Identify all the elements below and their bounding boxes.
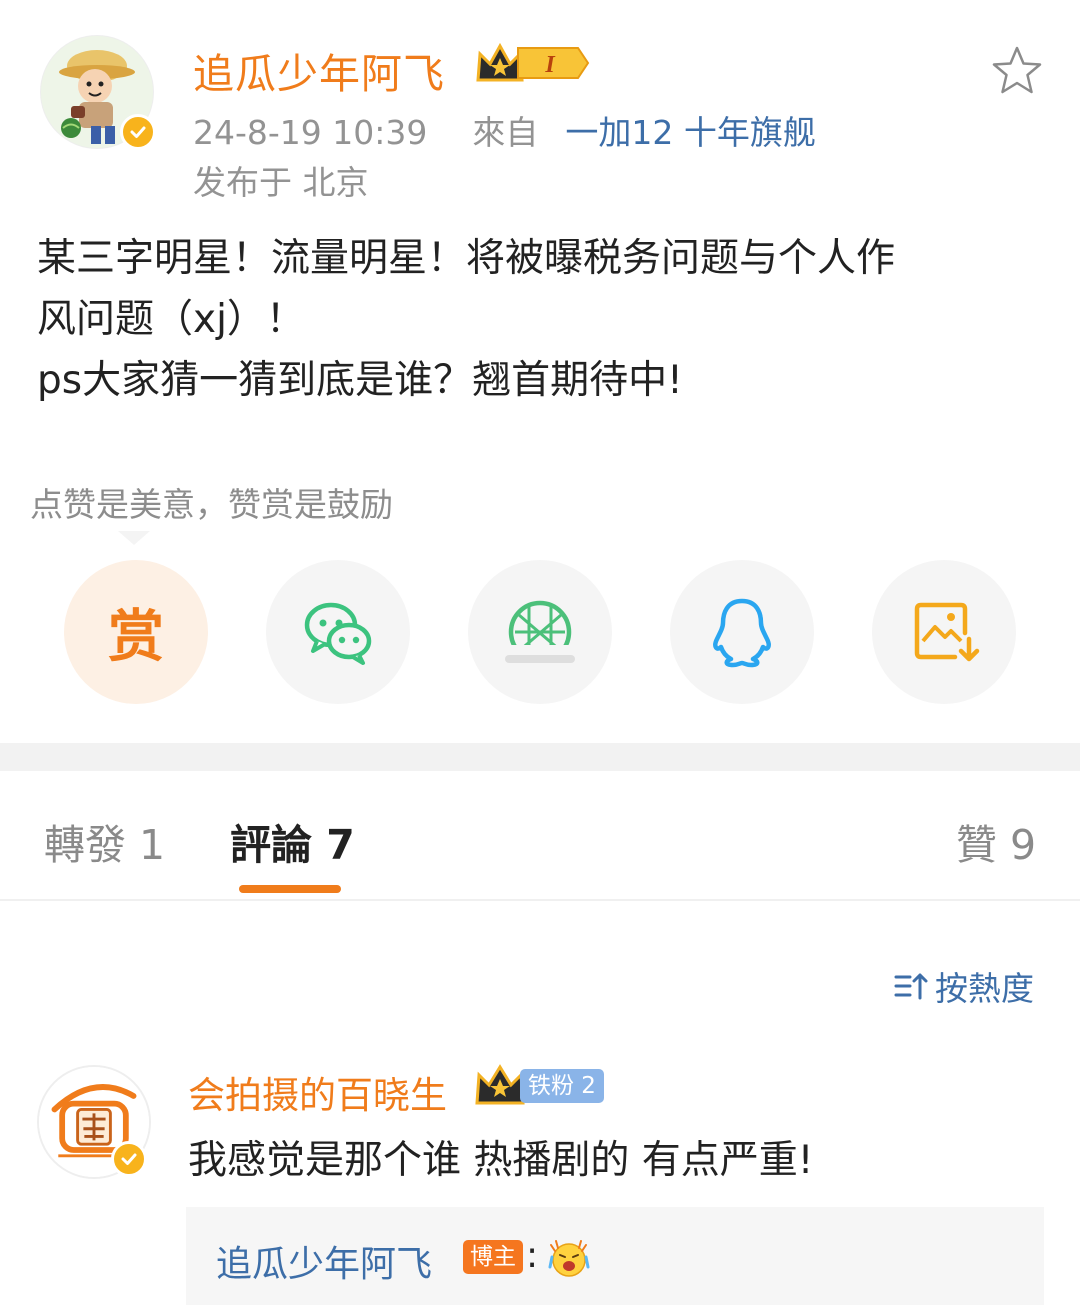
share-qq-button[interactable]	[670, 560, 814, 704]
sort-button[interactable]: 按熱度	[893, 962, 1034, 1010]
hint-pointer	[118, 531, 150, 545]
qq-icon	[713, 598, 771, 668]
reply-separator: :	[526, 1235, 539, 1276]
active-tab-indicator	[239, 885, 341, 893]
member-crown-badge-icon: I	[476, 42, 590, 82]
post-timestamp: 24-8-19 10:39	[193, 113, 428, 152]
share-row: 赏	[0, 560, 1080, 710]
comment-text: 我感觉是那个谁 热播剧的 有点严重!	[188, 1138, 814, 1183]
reply-author[interactable]: 追瓜少年阿飞	[216, 1235, 432, 1287]
reply-preview[interactable]: 追瓜少年阿飞 博主 :	[186, 1207, 1044, 1305]
post-line-2: 风问题（xj）！	[37, 297, 305, 342]
post-line-3: ps大家猜一猜到底是谁？翘首期待中!	[37, 358, 683, 403]
comment-item: 会拍摄的百晓生 铁粉 2 我感觉是那个谁 热播剧的 有点严重! 追瓜少年阿飞 博…	[0, 1055, 1080, 1305]
tab-reposts[interactable]: 轉發 1	[44, 811, 165, 871]
fan-level-badge: 铁粉 2	[520, 1069, 604, 1103]
reward-icon: 赏	[108, 604, 164, 670]
level-badge-text: I	[544, 52, 556, 78]
excited-emoji-icon	[548, 1240, 590, 1277]
commenter-verified-icon	[111, 1141, 147, 1177]
commenter-name[interactable]: 会拍摄的百晓生	[188, 1065, 447, 1119]
share-moments-button[interactable]	[468, 560, 612, 704]
save-image-icon	[914, 602, 980, 662]
sort-icon	[894, 973, 928, 1000]
commenter-crown-icon	[475, 1064, 525, 1105]
verified-badge-icon	[120, 114, 156, 150]
author-name[interactable]: 追瓜少年阿飞	[193, 40, 445, 100]
post-location: 发布于 北京	[193, 163, 369, 202]
sort-label: 按熱度	[935, 969, 1034, 1008]
tab-likes[interactable]: 贊 9	[956, 811, 1036, 871]
favorite-star-icon[interactable]	[990, 44, 1044, 98]
device-link[interactable]: 一加12 十年旗舰	[565, 113, 815, 152]
post-line-1: 某三字明星！流量明星！将被曝税务问题与个人作	[37, 236, 896, 281]
share-wechat-button[interactable]	[266, 560, 410, 704]
moments-icon	[501, 600, 579, 671]
save-image-button[interactable]	[872, 560, 1016, 704]
section-divider	[0, 743, 1080, 771]
wechat-icon	[304, 602, 372, 665]
tab-comments[interactable]: 評論 7	[230, 811, 355, 871]
post-header: 追瓜少年阿飞 I 24-8-19 10:39 來自 一加12 十年旗舰 发布于 …	[0, 0, 1080, 210]
interaction-tabs: 轉發 1 評論 7 贊 9	[0, 771, 1080, 901]
source-prefix: 來自	[472, 113, 539, 152]
reward-hint: 点赞是美意，赞赏是鼓励	[30, 478, 393, 526]
reward-button[interactable]: 赏	[64, 560, 208, 704]
post-content: 某三字明星！流量明星！将被曝税务问题与个人作 风问题（xj）！ ps大家猜一猜到…	[37, 228, 1047, 411]
author-tag: 博主	[463, 1240, 523, 1274]
post-meta: 24-8-19 10:39 來自 一加12 十年旗舰	[193, 106, 816, 154]
